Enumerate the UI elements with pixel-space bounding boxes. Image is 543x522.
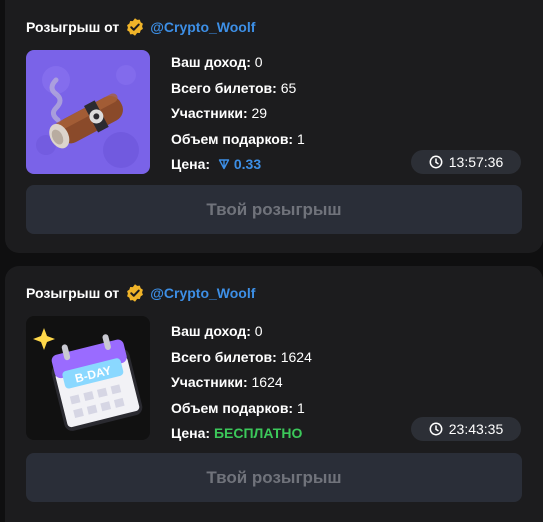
tickets-value: 65 (280, 79, 297, 96)
gift-image-bday-calendar: B-DAY (26, 316, 150, 440)
income-label: Ваш доход: (171, 323, 251, 339)
tickets-label: Всего билетов: (171, 348, 277, 365)
username-link[interactable]: @Crypto_Woolf (150, 19, 255, 35)
giveaway-card: Розыгрыш от @Crypto_Woolf B-DAY Ваш дохо… (5, 266, 543, 522)
gifts-value: 1 (297, 130, 305, 147)
your-giveaway-button[interactable]: Твой розыгрыш (26, 453, 522, 502)
giveaway-info: Ваш доход: 0 Всего билетов: 65 Участники… (171, 52, 305, 180)
giveaway-info: Ваш доход: 0 Всего билетов: 1624 Участни… (171, 321, 312, 449)
timer-value: 23:43:35 (448, 421, 504, 437)
price-value: 0.33 (233, 156, 262, 172)
clock-icon (429, 422, 443, 436)
gifts-value: 1 (297, 399, 305, 416)
participants-value: 1624 (251, 374, 283, 390)
timer-value: 13:57:36 (448, 154, 504, 170)
card-header: Розыгрыш от @Crypto_Woolf (26, 283, 255, 303)
tickets-label: Всего билетов: (171, 79, 277, 96)
verified-badge-icon (127, 284, 144, 302)
income-value: 0 (254, 323, 263, 339)
gifts-label: Объем подарков: (171, 399, 294, 416)
participants-value: 29 (251, 105, 268, 121)
participants-label: Участники: (171, 374, 248, 390)
clock-icon (429, 155, 443, 169)
gifts-label: Объем подарков: (171, 130, 294, 147)
income-value: 0 (254, 54, 263, 70)
price-value: БЕСПЛАТНО (213, 425, 303, 441)
tickets-value: 1624 (280, 348, 312, 365)
participants-label: Участники: (171, 105, 248, 121)
verified-badge-icon (127, 18, 144, 36)
income-label: Ваш доход: (171, 54, 251, 70)
giveaway-from-label: Розыгрыш от (26, 19, 120, 35)
countdown-timer: 23:43:35 (411, 417, 521, 441)
price-label: Цена: (171, 425, 211, 441)
countdown-timer: 13:57:36 (411, 150, 521, 174)
gift-image-cigar (26, 50, 150, 174)
giveaway-card: Розыгрыш от @Crypto_Woolf Ваш доход: 0 В… (5, 0, 543, 253)
price-label: Цена: (171, 156, 211, 172)
username-link[interactable]: @Crypto_Woolf (150, 285, 255, 301)
your-giveaway-button[interactable]: Твой розыгрыш (26, 185, 522, 234)
ton-icon (218, 159, 230, 170)
card-header: Розыгрыш от @Crypto_Woolf (26, 17, 255, 37)
giveaway-from-label: Розыгрыш от (26, 285, 120, 301)
